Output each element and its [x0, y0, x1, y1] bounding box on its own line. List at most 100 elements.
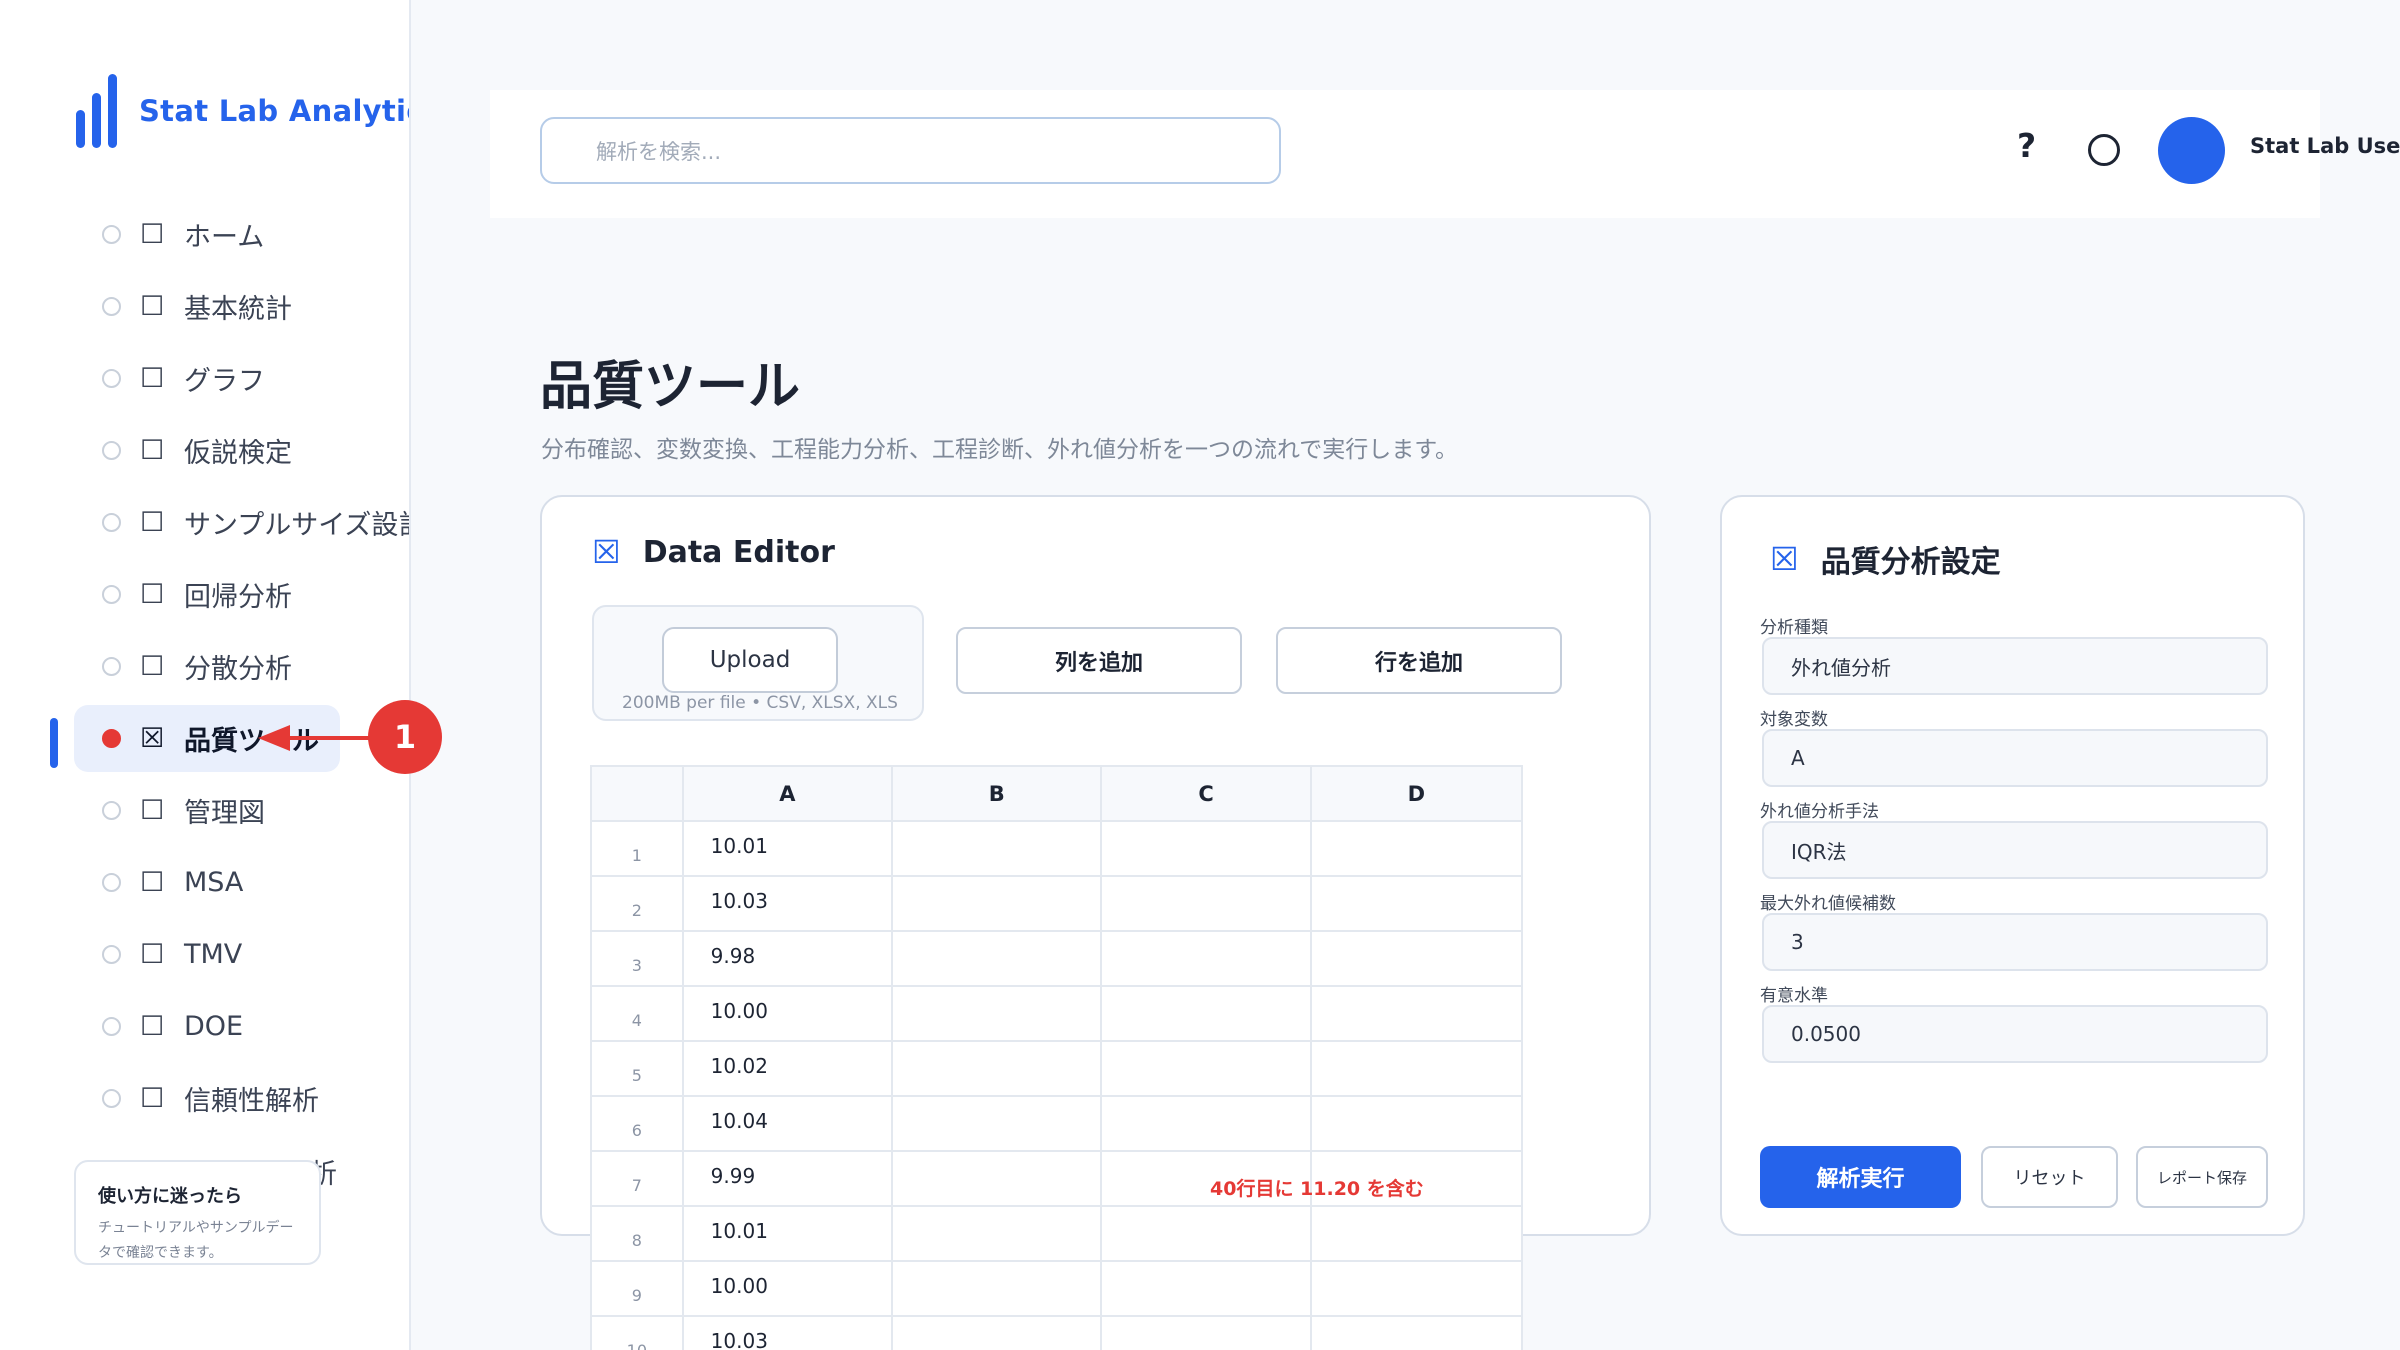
grid-cell-b[interactable]	[893, 987, 1103, 1040]
checkbox-icon: ☐	[140, 1011, 165, 1042]
grid-cell-d[interactable]	[1312, 1262, 1521, 1315]
sidebar-item-graph[interactable]: ☐ グラフ	[74, 345, 340, 412]
grid-corner-cell	[592, 767, 684, 820]
grid-cell-a[interactable]: 10.01	[684, 822, 893, 875]
grid-cell-d[interactable]	[1312, 932, 1521, 985]
grid-cell-b[interactable]	[893, 1097, 1103, 1150]
sidebar-item-hypothesis-test[interactable]: ☐ 仮説検定	[74, 417, 340, 484]
grid-cell-b[interactable]	[893, 877, 1103, 930]
help-card-text: チュートリアルやサンプルデータで確認できます。	[98, 1220, 294, 1261]
sidebar-item-anova[interactable]: ☐ 分散分析	[74, 633, 340, 700]
file-dropzone[interactable]: Upload 200MB per file • CSV, XLSX, XLS	[592, 605, 924, 721]
grid-cell-c[interactable]	[1102, 1262, 1312, 1315]
row-index: 2	[592, 877, 684, 930]
column-header-b[interactable]: B	[893, 767, 1103, 820]
sidebar-item-sample-size[interactable]: ☐ サンプルサイズ設計	[74, 489, 409, 556]
upload-hint: 200MB per file • CSV, XLSX, XLS	[622, 693, 898, 713]
target-variable-select[interactable]: A	[1762, 729, 2268, 787]
grid-cell-a[interactable]: 10.00	[684, 1262, 893, 1315]
sidebar-item-label: DOE	[184, 1011, 244, 1042]
sidebar-item-label: サンプルサイズ設計	[184, 510, 411, 541]
grid-cell-d[interactable]	[1312, 1097, 1521, 1150]
sidebar-item-label: 仮説検定	[184, 438, 292, 469]
radio-icon	[102, 225, 121, 244]
grid-cell-c[interactable]	[1102, 932, 1312, 985]
checkbox-icon: ☐	[140, 219, 165, 250]
grid-cell-d[interactable]	[1312, 877, 1521, 930]
sidebar-item-doe[interactable]: ☐ DOE	[74, 993, 340, 1060]
help-icon[interactable]: ?	[2017, 126, 2036, 165]
grid-cell-b[interactable]	[893, 1207, 1103, 1260]
max-outliers-input[interactable]: 3	[1762, 913, 2268, 971]
brand[interactable]: Stat Lab Analytics	[76, 74, 409, 148]
sidebar-item-home[interactable]: ☐ ホーム	[74, 201, 340, 268]
grid-cell-c[interactable]	[1102, 1042, 1312, 1095]
analysis-type-select[interactable]: 外れ値分析	[1762, 637, 2268, 695]
help-card-title: 使い方に迷ったら	[98, 1186, 242, 1207]
grid-cell-b[interactable]	[893, 1317, 1103, 1350]
grid-cell-c[interactable]	[1102, 877, 1312, 930]
grid-cell-b[interactable]	[893, 1042, 1103, 1095]
grid-cell-c[interactable]	[1102, 1317, 1312, 1350]
column-header-c[interactable]: C	[1102, 767, 1312, 820]
checked-box-icon: ☒	[140, 723, 165, 754]
analysis-type-label: 分析種類	[1760, 618, 1828, 638]
grid-cell-d[interactable]	[1312, 1042, 1521, 1095]
grid-cell-a[interactable]: 9.99	[684, 1152, 893, 1205]
search-input[interactable]: 解析を検索...	[540, 117, 1281, 184]
add-row-button[interactable]: 行を追加	[1276, 627, 1562, 694]
grid-cell-a[interactable]: 9.98	[684, 932, 893, 985]
save-report-button[interactable]: レポート保存	[2136, 1146, 2268, 1208]
grid-cell-a[interactable]: 10.01	[684, 1207, 893, 1260]
grid-cell-c[interactable]	[1102, 1207, 1312, 1260]
help-card[interactable]: 使い方に迷ったら チュートリアルやサンプルデータで確認できます。	[74, 1160, 321, 1265]
sidebar-item-msa[interactable]: ☐ MSA	[74, 849, 340, 916]
checkbox-icon: ☐	[140, 939, 165, 970]
notification-icon[interactable]	[2088, 134, 2120, 166]
grid-cell-a[interactable]: 10.04	[684, 1097, 893, 1150]
sidebar-item-basic-stats[interactable]: ☐ 基本統計	[74, 273, 340, 340]
significance-level-input[interactable]: 0.0500	[1762, 1005, 2268, 1063]
grid-cell-d[interactable]	[1312, 987, 1521, 1040]
table-row: 5 10.02	[592, 1042, 1521, 1097]
grid-cell-c[interactable]	[1102, 822, 1312, 875]
reset-button[interactable]: リセット	[1981, 1146, 2118, 1208]
grid-cell-d[interactable]	[1312, 1317, 1521, 1350]
upload-button[interactable]: Upload	[662, 627, 838, 693]
grid-cell-b[interactable]	[893, 1262, 1103, 1315]
outlier-method-select[interactable]: IQR法	[1762, 821, 2268, 879]
grid-cell-a[interactable]: 10.03	[684, 1317, 893, 1350]
grid-cell-b[interactable]	[893, 932, 1103, 985]
grid-cell-c[interactable]	[1102, 987, 1312, 1040]
grid-cell-a[interactable]: 10.02	[684, 1042, 893, 1095]
add-column-button[interactable]: 列を追加	[956, 627, 1242, 694]
data-grid[interactable]: A B C D 1 10.01 2 10.03 3 9.98 4 10.00 5 10.02 6 10…	[590, 765, 1523, 1350]
grid-cell-a[interactable]: 10.00	[684, 987, 893, 1040]
grid-cell-b[interactable]	[893, 1152, 1103, 1205]
radio-icon	[102, 873, 121, 892]
column-header-d[interactable]: D	[1312, 767, 1521, 820]
column-header-a[interactable]: A	[684, 767, 894, 820]
sidebar-item-tmv[interactable]: ☐ TMV	[74, 921, 340, 988]
grid-cell-c[interactable]	[1102, 1097, 1312, 1150]
row-index: 4	[592, 987, 684, 1040]
page-description: 分布確認、変数変換、工程能力分析、工程診断、外れ値分析を一つの流れで実行します。	[541, 437, 1459, 463]
sidebar-item-regression[interactable]: ☐ 回帰分析	[74, 561, 340, 628]
grid-cell-b[interactable]	[893, 822, 1103, 875]
brand-name: Stat Lab Analytics	[139, 94, 409, 128]
radio-selected-icon	[102, 729, 121, 748]
data-editor-title: ☒ Data Editor	[592, 533, 835, 571]
sidebar-item-control-chart[interactable]: ☐ 管理図	[74, 777, 340, 844]
run-analysis-button[interactable]: 解析実行	[1760, 1146, 1961, 1208]
grid-body: 1 10.01 2 10.03 3 9.98 4 10.00 5 10.02 6 10.04 7 9.99…	[592, 822, 1521, 1350]
sidebar-item-reliability[interactable]: ☐ 信頼性解析	[74, 1065, 340, 1132]
avatar[interactable]	[2158, 117, 2225, 184]
grid-cell-a[interactable]: 10.03	[684, 877, 893, 930]
radio-icon	[102, 801, 121, 820]
quality-settings-card: ☒ 品質分析設定 分析種類 外れ値分析 対象変数 A 外れ値分析手法 IQR法 …	[1720, 495, 2305, 1236]
user-name[interactable]: Stat Lab User	[2250, 134, 2400, 158]
checkbox-icon: ☐	[140, 291, 165, 322]
grid-cell-d[interactable]	[1312, 822, 1521, 875]
radio-icon	[102, 585, 121, 604]
grid-cell-d[interactable]	[1312, 1207, 1521, 1260]
